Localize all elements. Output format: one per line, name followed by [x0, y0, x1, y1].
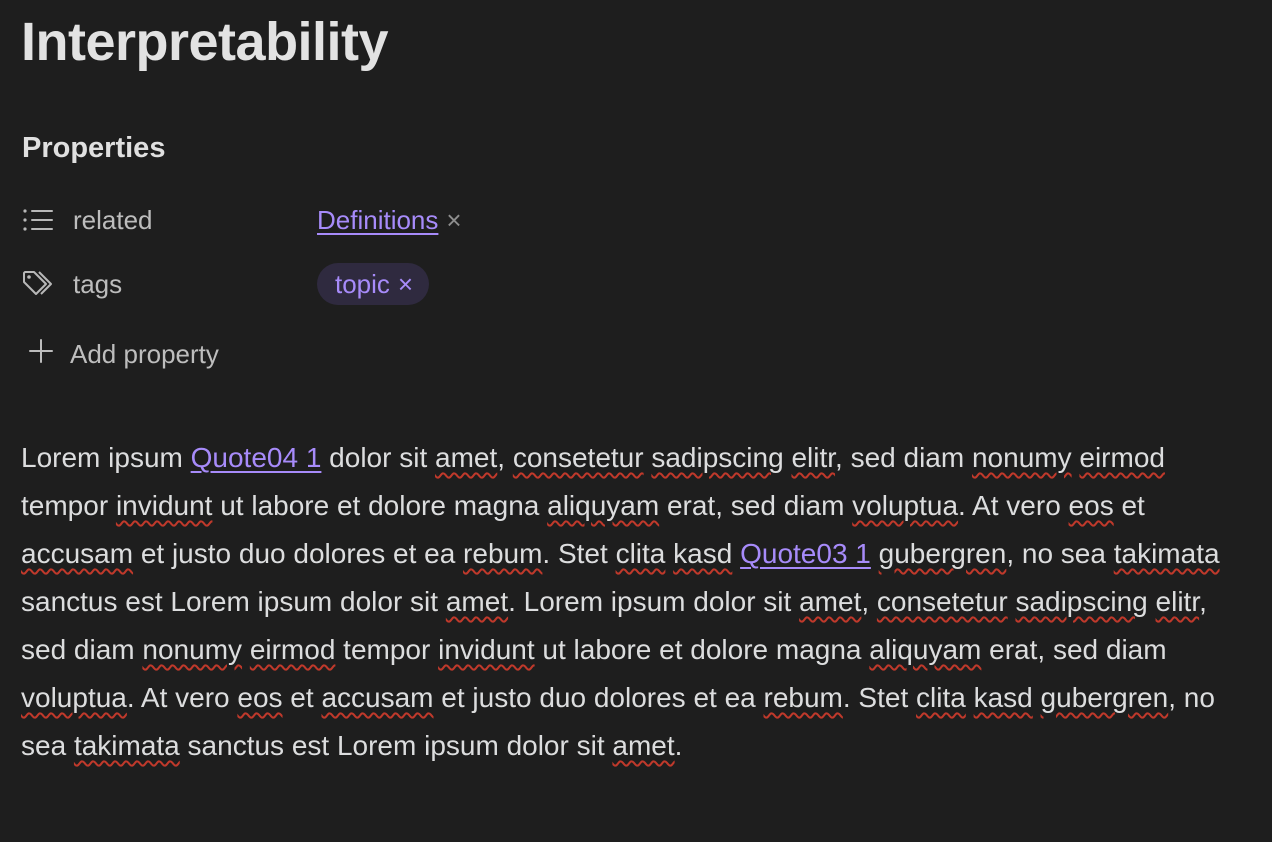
misspelled-word[interactable]: gubergren — [879, 538, 1007, 569]
misspelled-word[interactable]: takimata — [1114, 538, 1220, 569]
body-text-run: , sed diam — [835, 442, 972, 473]
body-text-run: tempor — [335, 634, 439, 665]
misspelled-word[interactable]: takimata — [74, 730, 180, 761]
misspelled-word[interactable]: aliquyam — [547, 490, 659, 521]
remove-related-button[interactable]: × — [446, 205, 461, 236]
internal-link[interactable]: Quote04 1 — [191, 442, 322, 473]
misspelled-word[interactable]: consetetur — [513, 442, 644, 473]
misspelled-word[interactable]: eos — [1069, 490, 1114, 521]
body-text-run: , — [497, 442, 513, 473]
body-text-run: tempor — [21, 490, 116, 521]
body-text-run: . At vero — [958, 490, 1069, 521]
misspelled-word[interactable]: kasd — [974, 682, 1033, 713]
misspelled-word[interactable]: eirmod — [250, 634, 336, 665]
misspelled-word[interactable]: invidunt — [438, 634, 535, 665]
misspelled-word[interactable]: voluptua — [21, 682, 127, 713]
misspelled-word[interactable]: amet — [612, 730, 674, 761]
body-text-run: et justo duo dolores et ea — [433, 682, 764, 713]
note-title[interactable]: Interpretability — [21, 10, 389, 74]
misspelled-word[interactable]: accusam — [321, 682, 433, 713]
body-text-run: . — [674, 730, 683, 761]
body-text-run: Lorem ipsum — [21, 442, 191, 473]
body-text-run: ut labore et dolore magna — [534, 634, 870, 665]
body-text-run: . At vero — [126, 682, 238, 713]
tags-icon[interactable] — [22, 269, 56, 299]
body-text-run: . Stet — [842, 682, 917, 713]
body-text-run — [1033, 682, 1041, 713]
list-icon[interactable] — [22, 205, 56, 235]
misspelled-word[interactable]: gubergren — [1041, 682, 1169, 713]
plus-icon — [28, 338, 56, 371]
misspelled-word[interactable]: amet — [435, 442, 497, 473]
body-text-run: . Stet — [542, 538, 616, 569]
misspelled-word[interactable]: rebum — [463, 538, 542, 569]
misspelled-word[interactable]: nonumy — [972, 442, 1072, 473]
body-text-run: sanctus est Lorem ipsum dolor sit — [21, 586, 446, 617]
misspelled-word[interactable]: nonumy — [142, 634, 242, 665]
misspelled-word[interactable]: kasd — [673, 538, 732, 569]
body-text-run: erat, sed diam — [981, 634, 1167, 665]
body-text-run — [1148, 586, 1156, 617]
body-text-run — [665, 538, 673, 569]
tag-label: topic — [335, 268, 390, 299]
remove-tag-button[interactable]: × — [398, 269, 413, 300]
tag-pill-topic[interactable]: topic × — [317, 263, 430, 305]
misspelled-word[interactable]: rebum — [764, 682, 843, 713]
body-text-run: ut labore et dolore magna — [212, 490, 548, 521]
body-text-run — [966, 682, 974, 713]
misspelled-word[interactable]: aliquyam — [869, 634, 981, 665]
body-text-run — [871, 538, 879, 569]
internal-link[interactable]: Quote03 1 — [740, 538, 871, 569]
body-text-run: et — [282, 682, 322, 713]
misspelled-word[interactable]: elitr — [791, 442, 835, 473]
body-text-run: , no sea — [1006, 538, 1114, 569]
related-link-definitions[interactable]: Definitions — [317, 205, 438, 236]
misspelled-word[interactable]: amet — [446, 586, 508, 617]
misspelled-word[interactable]: eos — [237, 682, 282, 713]
body-text-run: et justo duo dolores et ea — [133, 538, 464, 569]
body-text-run: , — [861, 586, 877, 617]
misspelled-word[interactable]: invidunt — [116, 490, 213, 521]
misspelled-word[interactable]: consetetur — [877, 586, 1008, 617]
misspelled-word[interactable]: clita — [916, 682, 966, 713]
misspelled-word[interactable]: sadipscing — [1015, 586, 1147, 617]
body-text-run: et — [1113, 490, 1145, 521]
misspelled-word[interactable]: clita — [616, 538, 666, 569]
property-key-related[interactable]: related — [73, 205, 317, 236]
note-body[interactable]: Lorem ipsum Quote04 1 dolor sit amet, co… — [21, 434, 1251, 770]
add-property-button[interactable]: Add property — [28, 334, 219, 374]
misspelled-word[interactable]: sadipscing — [651, 442, 783, 473]
properties-heading[interactable]: Properties — [22, 128, 165, 168]
body-text-run: sanctus est Lorem ipsum dolor sit — [179, 730, 613, 761]
body-text-run: erat, sed diam — [659, 490, 853, 521]
property-key-tags[interactable]: tags — [73, 269, 317, 300]
body-text-run — [732, 538, 740, 569]
misspelled-word[interactable]: eirmod — [1079, 442, 1165, 473]
misspelled-word[interactable]: voluptua — [852, 490, 958, 521]
property-row-tags: tags topic × — [22, 262, 722, 306]
misspelled-word[interactable]: amet — [799, 586, 861, 617]
property-row-related: related Definitions × — [22, 198, 722, 242]
body-text-run: . Lorem ipsum dolor sit — [508, 586, 800, 617]
misspelled-word[interactable]: elitr — [1156, 586, 1200, 617]
body-text-run: dolor sit — [321, 442, 436, 473]
add-property-label: Add property — [70, 338, 219, 369]
body-text-run — [242, 634, 250, 665]
misspelled-word[interactable]: accusam — [21, 538, 133, 569]
